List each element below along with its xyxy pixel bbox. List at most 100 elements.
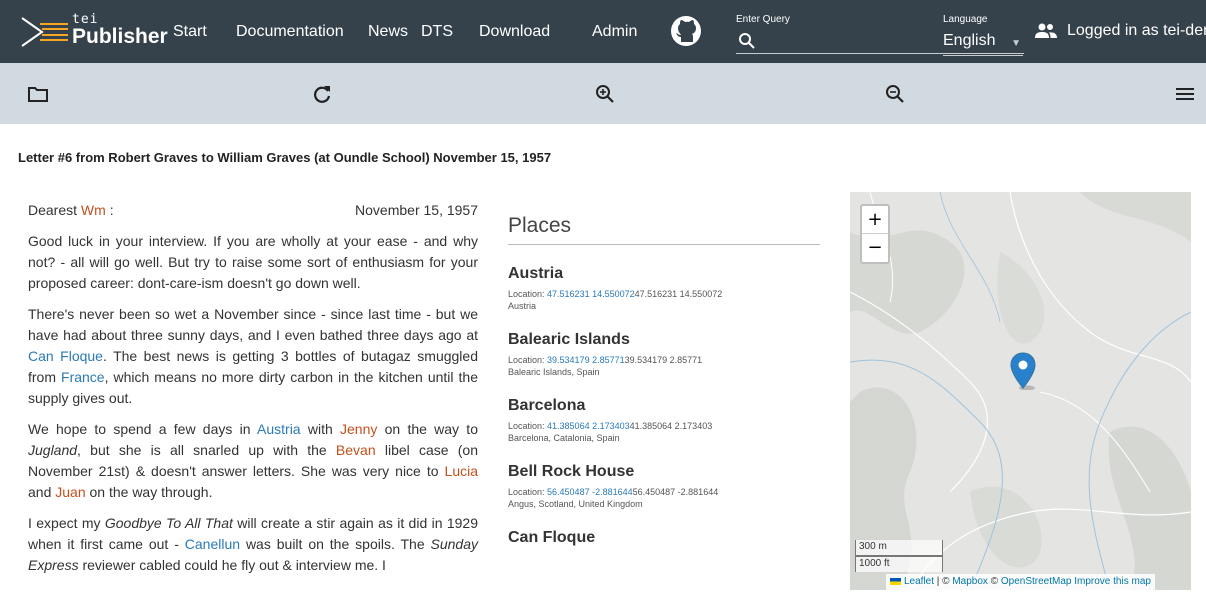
place-item: Barcelona Location: 41.385064 2.17340341.… [508,397,820,443]
map-scale: 300 m 1000 ft [855,540,943,572]
letter-paragraph: I expect my Goodbye To All That will cre… [28,513,478,576]
nav-start[interactable]: Start [173,23,207,41]
paragraph-text: on the way through. [85,484,213,500]
paragraph-text: Good luck in your interview. If you are … [28,233,478,291]
menu-icon[interactable] [1174,83,1196,105]
person-link-bevan[interactable]: Bevan [336,442,376,458]
location-label: Location: [508,355,548,365]
place-description: Barcelona, Catalonia, Spain [508,433,620,443]
place-list: Austria Location: 47.516231 14.55007247.5… [508,265,820,547]
scale-metric: 300 m [855,540,943,556]
openstreetmap-link[interactable]: OpenStreetMap [1001,576,1072,587]
place-link-can-floque[interactable]: Can Floque [28,348,103,364]
github-icon[interactable] [670,15,702,47]
coordinate-text: 47.516231 14.550072 [634,289,723,299]
italic-text: Goodbye To All That [104,515,233,531]
map-zoom-out-button[interactable]: − [862,234,888,262]
paragraph-text: reviewer cabled could he fly out & inter… [78,557,386,573]
mapbox-link[interactable]: Mapbox [952,576,988,587]
users-icon [1035,23,1057,38]
person-link-lucia[interactable]: Lucia [445,463,478,479]
coordinate-text: 56.450487 -2.881644 [632,487,719,497]
location-label: Location: [508,421,548,431]
place-item: Can Floque [508,529,820,547]
map-zoom-in-button[interactable]: + [862,206,888,234]
reload-icon[interactable] [311,83,333,105]
map-marker-icon[interactable] [1010,352,1036,390]
attribution-text: © [987,576,1001,587]
language-select[interactable]: Language English ▼ [943,14,1023,56]
salutation-colon: : [105,202,114,218]
language-label: Language [943,14,988,25]
place-item: Austria Location: 47.516231 14.55007247.5… [508,265,820,311]
document-toolbar [0,63,1206,124]
places-heading: Places [508,214,820,245]
top-navbar: tei Publisher Start Documentation News D… [0,0,1206,63]
paragraph-text: We hope to spend a few days in [28,421,258,437]
leaflet-link[interactable]: Leaflet [904,576,934,587]
coordinate-link[interactable]: 39.534179 2.85771 [547,355,625,365]
person-link-jenny[interactable]: Jenny [340,421,377,437]
coordinate-link[interactable]: 47.516231 14.550072 [547,289,635,299]
zoom-control: + − [860,204,890,264]
search-icon[interactable] [738,32,756,50]
letter-paragraph: We hope to spend a few days in Austria w… [28,419,478,503]
nav-news[interactable]: News [368,23,408,41]
place-link-austria[interactable]: Austria [257,421,301,437]
nav-download[interactable]: Download [479,23,550,41]
person-link-juan[interactable]: Juan [55,484,85,500]
query-label: Enter Query [736,14,790,25]
tei-publisher-logo[interactable]: tei Publisher [20,8,168,56]
place-location: Location: 47.516231 14.55007247.516231 1… [508,289,820,299]
place-name[interactable]: Bell Rock House [508,463,820,481]
nav-dts[interactable]: DTS [421,23,453,41]
location-label: Location: [508,289,548,299]
map-tiles[interactable] [850,192,1191,590]
place-name[interactable]: Balearic Islands [508,331,820,349]
paragraph-text: on the way to [377,421,478,437]
chevron-down-icon: ▼ [1011,38,1021,49]
attribution-text: | © [934,576,953,587]
location-label: Location: [508,487,548,497]
nav-documentation[interactable]: Documentation [236,23,344,41]
improve-map-link[interactable]: Improve this map [1074,576,1151,587]
place-description: Balearic Islands, Spain [508,367,600,377]
place-link-france[interactable]: France [61,369,105,385]
place-item: Balearic Islands Location: 39.534179 2.85… [508,331,820,377]
zoom-in-icon[interactable] [594,83,616,105]
map-view[interactable]: + − 300 m 1000 ft Leaflet | © Mapbox © O… [850,192,1191,590]
query-input[interactable] [760,30,940,52]
paragraph-text: and [28,484,56,500]
letter-paragraph: Good luck in your interview. If you are … [28,231,478,294]
coordinate-link[interactable]: 56.450487 -2.881644 [547,487,633,497]
letter-paragraph: There's never been so wet a November sin… [28,304,478,409]
paragraph-text: was built on the spoils. The [240,536,431,552]
zoom-out-icon[interactable] [884,83,906,105]
place-item: Bell Rock House Location: 56.450487 -2.88… [508,463,820,509]
paragraph-text: , but she is all snarled up with the [77,442,336,458]
letter-panel: Dearest Wm : November 15, 1957 Good luck… [0,200,490,600]
coordinate-link[interactable]: 41.385064 2.173403 [547,421,630,431]
paragraph-text: I expect my [28,515,105,531]
login-text: Logged in as tei-demo [1067,22,1206,39]
letter-body: Dearest Wm : November 15, 1957 Good luck… [28,200,478,586]
place-description: Austria [508,301,537,311]
places-panel: Places Austria Location: 47.516231 14.550… [508,214,820,600]
paragraph-text: with [300,421,340,437]
nav-admin[interactable]: Admin [592,23,637,41]
folder-icon[interactable] [27,83,49,105]
logo-publisher-text: Publisher [72,25,168,48]
place-name[interactable]: Can Floque [508,529,820,547]
place-name[interactable]: Austria [508,265,820,283]
person-link-wm[interactable]: Wm [81,202,106,218]
italic-text: Jugland [28,442,78,458]
salutation-text: Dearest [28,202,78,218]
scale-imperial: 1000 ft [855,556,943,572]
place-link-canellun[interactable]: Canellun [185,536,240,552]
place-description: Angus, Scotland, United Kingdom [508,499,643,509]
place-name[interactable]: Barcelona [508,397,820,415]
ukraine-flag-icon [890,578,901,585]
letter-date: November 15, 1957 [355,202,478,218]
place-location: Location: 56.450487 -2.88164456.450487 -… [508,487,820,497]
salutation-row: Dearest Wm : November 15, 1957 [28,200,478,221]
